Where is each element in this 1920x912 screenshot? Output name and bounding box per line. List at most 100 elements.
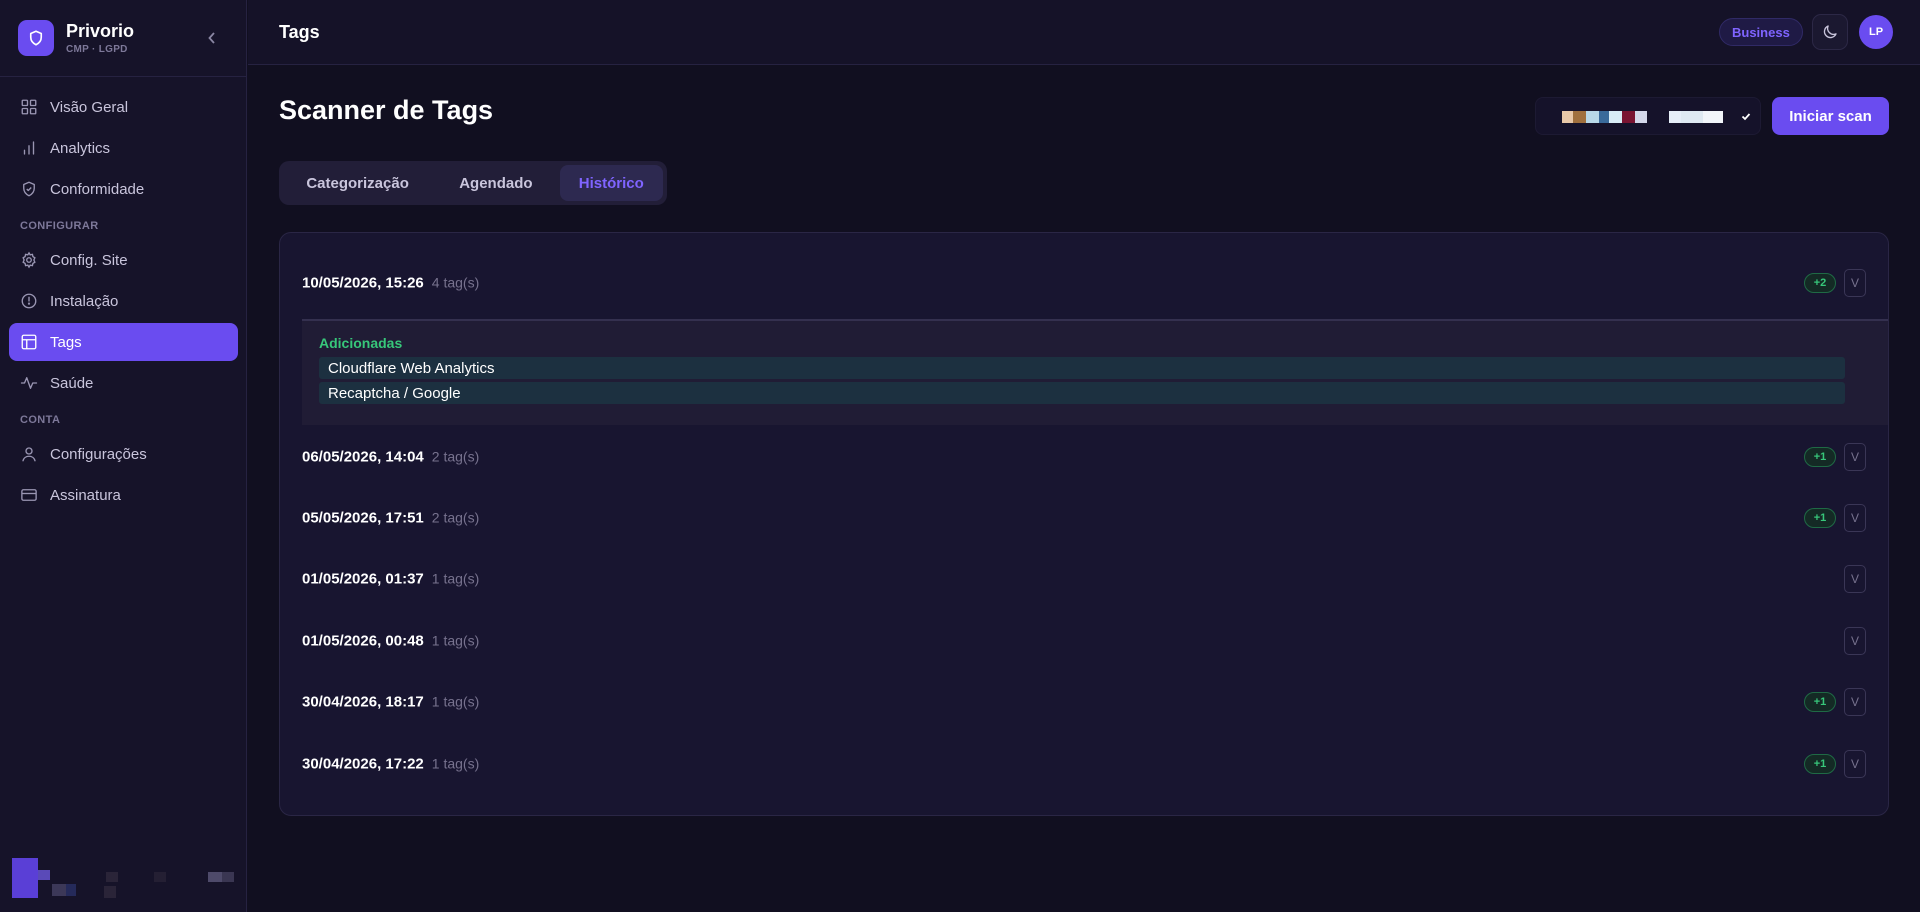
delta-badge: +1 <box>1804 508 1836 528</box>
gear-icon <box>22 251 36 269</box>
expand-toggle-button[interactable]: V <box>1844 443 1866 471</box>
entry-date: 30/04/2026, 18:17 1 tag(s) <box>302 694 479 711</box>
tab-categorizacao[interactable]: Categorização <box>283 165 432 201</box>
history-entry-header[interactable]: 30/04/2026, 18:17 1 tag(s) +1 V <box>280 672 1888 732</box>
expand-toggle-button[interactable]: V <box>1844 688 1866 716</box>
history-entry-header[interactable]: 30/04/2026, 17:22 1 tag(s) +1 V <box>280 734 1888 794</box>
tab-historico[interactable]: Histórico <box>559 165 663 201</box>
sidebar-item-conformidade[interactable]: Conformidade <box>9 170 238 208</box>
added-tags-label: Adicionadas <box>319 335 403 351</box>
history-entry: 30/04/2026, 18:17 1 tag(s) +1 V <box>280 672 1888 732</box>
history-entry: 05/05/2026, 17:51 2 tag(s) +1 V <box>280 488 1888 548</box>
sidebar-item-label: Tags <box>50 333 82 351</box>
sidebar-item-label: Config. Site <box>50 251 128 269</box>
chevron-left-icon <box>208 32 215 44</box>
entry-date-text: 10/05/2026, 15:26 <box>302 274 424 292</box>
sidebar-item-analytics[interactable]: Analytics <box>9 129 238 167</box>
brand-name: Privorio <box>66 21 135 41</box>
history-entry-detail: Adicionadas Cloudflare Web Analytics Rec… <box>302 319 1888 425</box>
expand-toggle-button[interactable]: V <box>1844 504 1866 532</box>
site-select[interactable] <box>1535 97 1761 135</box>
sidebar-item-label: Conformidade <box>50 180 145 198</box>
entry-date-text: 30/04/2026, 17:22 <box>302 755 424 773</box>
entry-date-text: 01/05/2026, 00:48 <box>302 632 424 650</box>
brand: Privorio CMP · LGPD <box>0 0 246 77</box>
table-icon <box>21 334 37 350</box>
section-conta: CONTA <box>20 414 61 426</box>
entry-tag-count: 1 tag(s) <box>431 570 480 587</box>
user-icon <box>22 447 36 462</box>
sidebar-item-assinatura[interactable]: Assinatura <box>9 476 238 514</box>
entry-tag-count: 1 tag(s) <box>431 693 480 710</box>
theme-toggle-button[interactable] <box>1812 14 1848 50</box>
sidebar-item-visao-geral[interactable]: Visão Geral <box>9 88 238 126</box>
history-entry-header[interactable]: 10/05/2026, 15:26 4 tag(s) +2 V <box>280 253 1888 313</box>
entry-date-text: 30/04/2026, 18:17 <box>302 693 424 711</box>
added-tag-item: Cloudflare Web Analytics <box>319 357 1845 379</box>
moon-icon <box>1823 25 1837 39</box>
sidebar-item-label: Saúde <box>50 374 94 392</box>
entry-tag-count: 4 tag(s) <box>431 274 480 291</box>
sidebar-item-label: Assinatura <box>50 486 121 504</box>
entry-tag-count: 1 tag(s) <box>431 632 480 649</box>
expand-toggle-button[interactable]: V <box>1844 750 1866 778</box>
tab-agendado[interactable]: Agendado <box>432 165 559 201</box>
avatar[interactable]: LP <box>1859 15 1893 49</box>
brand-subtitle: CMP · LGPD <box>66 44 128 55</box>
scan-history-card: 10/05/2026, 15:26 4 tag(s) +2 V Adicionad… <box>279 232 1889 816</box>
history-entry: 06/05/2026, 14:04 2 tag(s) +1 V <box>280 427 1888 487</box>
section-configurar: CONFIGURAR <box>20 220 99 232</box>
bar-chart-icon <box>23 141 35 155</box>
plan-badge[interactable]: Business <box>1719 18 1803 46</box>
sidebar-item-saude[interactable]: Saúde <box>9 364 238 402</box>
expand-toggle-button[interactable]: V <box>1844 565 1866 593</box>
entry-date: 30/04/2026, 17:22 1 tag(s) <box>302 756 479 773</box>
history-entry-header[interactable]: 06/05/2026, 14:04 2 tag(s) +1 V <box>280 427 1888 487</box>
delta-badge: +1 <box>1804 447 1836 467</box>
user-profile-pixelated[interactable] <box>12 858 237 900</box>
credit-card-icon <box>21 489 37 501</box>
history-entry-header[interactable]: 01/05/2026, 00:48 1 tag(s) V <box>280 611 1888 671</box>
entry-date-text: 01/05/2026, 01:37 <box>302 570 424 588</box>
page-title: Scanner de Tags <box>279 95 494 125</box>
topbar-title: Tags <box>279 22 320 42</box>
sidebar-item-label: Instalação <box>50 292 119 310</box>
delta-badge: +2 <box>1804 273 1836 293</box>
entry-date: 05/05/2026, 17:51 2 tag(s) <box>302 510 479 527</box>
entry-date-text: 06/05/2026, 14:04 <box>302 448 424 466</box>
history-entry: 30/04/2026, 17:22 1 tag(s) +1 V <box>280 734 1888 794</box>
chevron-down-icon <box>1741 113 1751 121</box>
sidebar-item-instalacao[interactable]: Instalação <box>9 282 238 320</box>
install-icon <box>21 293 37 309</box>
sidebar-item-configuracoes[interactable]: Configurações <box>9 435 238 473</box>
entry-date: 10/05/2026, 15:26 4 tag(s) <box>302 275 479 292</box>
entry-date: 06/05/2026, 14:04 2 tag(s) <box>302 449 479 466</box>
sidebar-item-label: Visão Geral <box>50 98 129 116</box>
entry-date-text: 05/05/2026, 17:51 <box>302 509 424 527</box>
start-scan-button[interactable]: Iniciar scan <box>1772 97 1889 135</box>
topbar: Tags Business LP <box>248 0 1920 65</box>
tab-bar: Categorização Agendado Histórico <box>279 161 667 205</box>
expand-toggle-button[interactable]: V <box>1844 627 1866 655</box>
entry-tag-count: 2 tag(s) <box>431 509 480 526</box>
shield-logo-icon <box>18 20 54 56</box>
delta-badge: +1 <box>1804 692 1836 712</box>
sidebar: Privorio CMP · LGPD Visão Geral Analytic… <box>0 0 247 912</box>
collapse-sidebar-button[interactable] <box>204 28 220 48</box>
entry-date: 01/05/2026, 00:48 1 tag(s) <box>302 633 479 650</box>
sidebar-item-label: Configurações <box>50 445 147 463</box>
history-entry-header[interactable]: 01/05/2026, 01:37 1 tag(s) V <box>280 549 1888 609</box>
grid-icon <box>21 99 37 115</box>
pulse-icon <box>20 377 38 389</box>
expand-toggle-button[interactable]: V <box>1844 269 1866 297</box>
entry-tag-count: 2 tag(s) <box>431 448 480 465</box>
shield-check-icon <box>23 181 35 197</box>
history-entry: 01/05/2026, 00:48 1 tag(s) V <box>280 611 1888 671</box>
sidebar-item-tags[interactable]: Tags <box>9 323 238 361</box>
history-entry-header[interactable]: 05/05/2026, 17:51 2 tag(s) +1 V <box>280 488 1888 548</box>
sidebar-nav: Visão Geral Analytics Conformidade CONFI… <box>9 88 238 517</box>
entry-date: 01/05/2026, 01:37 1 tag(s) <box>302 571 479 588</box>
history-entry: 10/05/2026, 15:26 4 tag(s) +2 V <box>280 253 1888 313</box>
entry-tag-count: 1 tag(s) <box>431 755 480 772</box>
sidebar-item-config-site[interactable]: Config. Site <box>9 241 238 279</box>
